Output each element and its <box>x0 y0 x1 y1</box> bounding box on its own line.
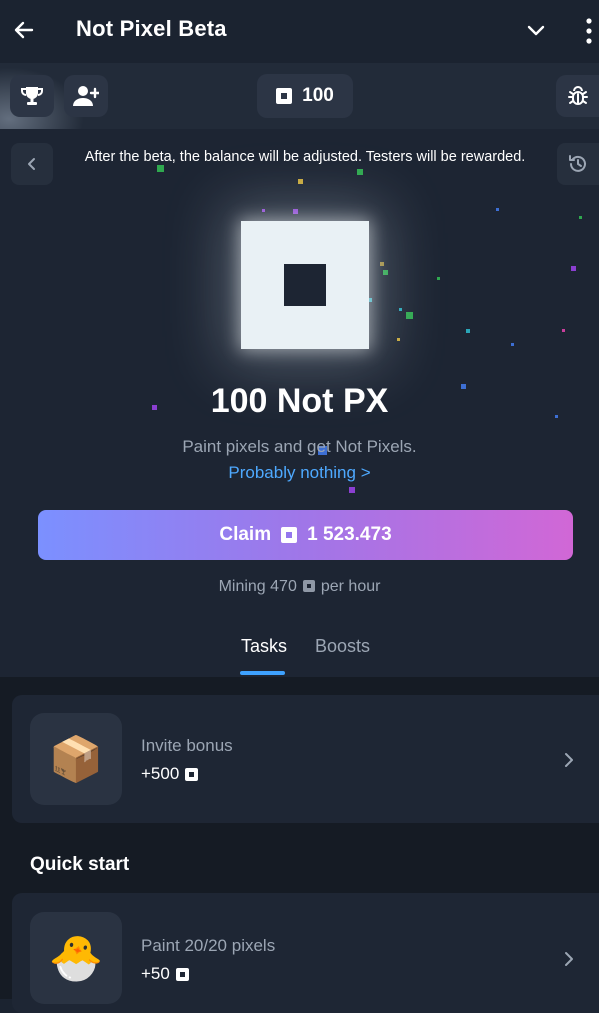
hatching-chick-icon: 🐣 <box>30 912 122 1004</box>
balance-pill[interactable]: 100 <box>257 74 353 118</box>
pixel-coin-icon <box>175 967 189 981</box>
chevron-left-icon <box>28 158 35 170</box>
task-reward: +50 <box>141 964 189 984</box>
package-icon: 📦 <box>30 713 122 805</box>
trophy-icon <box>21 87 43 105</box>
mining-rate-suffix: per hour <box>320 578 381 595</box>
tab-boosts[interactable]: Boosts <box>315 636 370 657</box>
not-pixel-logo <box>241 221 369 349</box>
chevron-right-icon <box>565 952 573 966</box>
pixel-coin-icon <box>302 580 315 592</box>
arrow-left-icon[interactable] <box>10 14 38 46</box>
pixel-coin-icon <box>281 527 298 543</box>
mining-rate-prefix: Mining 470 <box>218 578 297 595</box>
task-reward: +500 <box>141 764 199 784</box>
balance-value: 100 <box>302 85 334 106</box>
chevron-down-icon[interactable] <box>524 18 548 42</box>
beta-notice: After the beta, the balance will be adju… <box>84 149 526 165</box>
active-tab-indicator <box>240 671 285 675</box>
previous-button[interactable] <box>11 143 53 185</box>
bug-icon <box>567 86 588 105</box>
pixel-coin-icon <box>276 88 293 104</box>
task-title: Invite bonus <box>141 736 233 755</box>
probably-nothing-link[interactable]: Probably nothing > <box>0 463 599 483</box>
leaderboard-button[interactable] <box>10 75 54 117</box>
invite-button[interactable] <box>64 75 108 117</box>
top-bar: Not Pixel Beta <box>0 0 599 62</box>
history-button[interactable] <box>557 143 599 185</box>
task-card-invite-bonus[interactable]: 📦 Invite bonus +500 <box>12 695 599 823</box>
add-user-icon <box>73 86 99 106</box>
claim-button[interactable]: Claim 1 523.473 <box>38 510 573 560</box>
hero-subtitle: Paint pixels and get Not Pixels. <box>182 437 417 456</box>
bug-report-button[interactable] <box>556 75 599 117</box>
claim-label: Claim <box>219 524 272 545</box>
pixel-balance: 100 Not PX <box>210 382 389 420</box>
history-icon <box>569 155 586 172</box>
more-vertical-icon[interactable] <box>584 16 594 46</box>
tab-tasks[interactable]: Tasks <box>241 636 287 657</box>
pixel-coin-icon <box>185 767 199 781</box>
section-heading-quick-start: Quick start <box>30 854 130 875</box>
mining-rate: Mining 470 per hour <box>0 578 599 596</box>
chevron-right-icon <box>565 753 573 767</box>
page-title: Not Pixel Beta <box>76 16 227 41</box>
task-title: Paint 20/20 pixels <box>141 936 276 955</box>
task-reward-value: +500 <box>141 764 180 783</box>
task-card-paint-pixels[interactable]: 🐣 Paint 20/20 pixels +50 <box>12 893 599 1013</box>
claim-value: 1 523.473 <box>307 524 392 545</box>
task-reward-value: +50 <box>141 964 170 983</box>
